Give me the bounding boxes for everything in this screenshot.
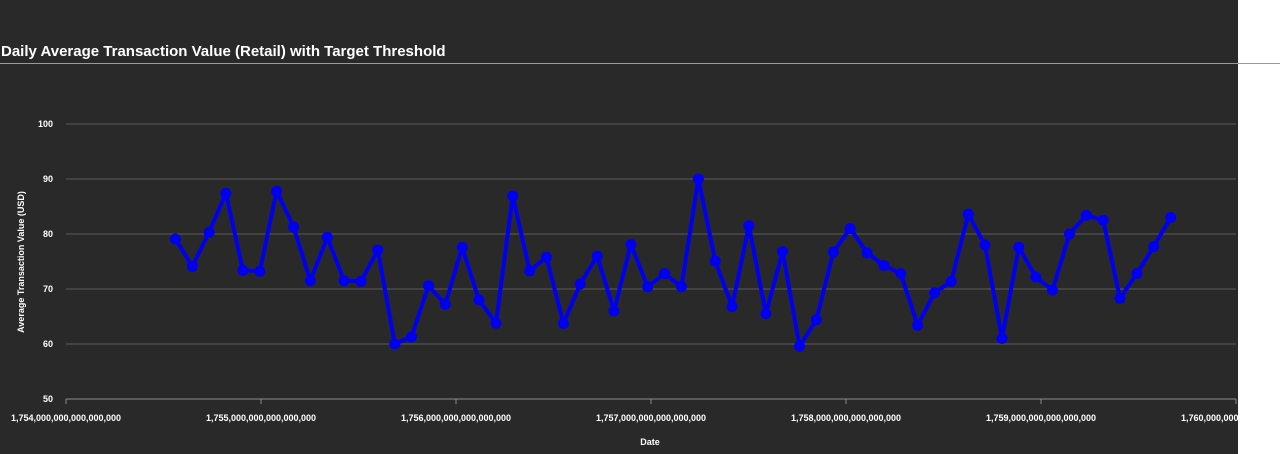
data-point — [389, 338, 401, 350]
data-point — [692, 173, 704, 185]
y-tick-label: 100 — [38, 119, 53, 129]
data-point — [709, 255, 721, 267]
data-point — [895, 268, 907, 280]
data-point — [1013, 241, 1025, 253]
y-tick-label: 90 — [43, 174, 53, 184]
data-point — [625, 238, 637, 250]
data-point — [1097, 214, 1109, 226]
x-tick-label: 1,756,000,000,000,000,000 — [401, 413, 511, 423]
y-tick-label: 80 — [43, 229, 53, 239]
data-point — [237, 264, 249, 276]
data-point — [591, 250, 603, 262]
data-point — [675, 281, 687, 293]
data-point — [203, 226, 215, 238]
data-point — [878, 259, 890, 271]
data-point — [726, 301, 738, 313]
data-point — [659, 268, 671, 280]
data-point — [912, 319, 924, 331]
data-point — [608, 305, 620, 317]
x-tick-label: 1,758,000,000,000,000,000 — [791, 413, 901, 423]
data-point — [794, 340, 806, 352]
data-point — [169, 233, 181, 245]
data-point — [271, 185, 283, 197]
x-axis-ticks: 1,754,000,000,000,000,000 1,755,000,000,0… — [11, 399, 1238, 423]
data-point — [1165, 212, 1177, 223]
data-point — [827, 246, 839, 258]
y-tick-label: 60 — [43, 339, 53, 349]
data-point — [844, 223, 856, 234]
data-point — [1114, 292, 1126, 304]
data-point — [1080, 209, 1092, 221]
data-point — [456, 241, 468, 253]
data-point — [220, 187, 232, 199]
x-tick-label: 1,759,000,000,000,000,000 — [986, 413, 1096, 423]
y-axis-ticks: 50 60 70 80 90 100 — [38, 119, 53, 404]
data-point — [642, 281, 654, 293]
data-point — [1131, 268, 1143, 280]
data-point — [254, 265, 266, 277]
data-point — [439, 298, 451, 310]
data-point — [861, 247, 873, 259]
data-point — [1047, 284, 1059, 296]
x-axis-label: Date — [640, 437, 660, 447]
data-point — [945, 275, 957, 287]
data-point — [760, 308, 772, 320]
data-point — [574, 278, 586, 290]
data-point — [540, 251, 552, 263]
data-point — [304, 275, 316, 287]
y-axis-label: Average Transaction Value (USD) — [16, 191, 26, 333]
x-tick-label: 1,755,000,000,000,000,000 — [206, 413, 316, 423]
data-point — [1030, 271, 1042, 283]
data-point — [1148, 241, 1160, 253]
data-point — [979, 239, 991, 251]
data-point — [810, 314, 822, 326]
y-tick-label: 50 — [43, 394, 53, 404]
data-point — [929, 287, 941, 299]
data-point — [406, 331, 418, 343]
data-point — [338, 275, 350, 287]
data-point — [524, 265, 536, 277]
data-point — [557, 318, 569, 330]
data-point — [507, 190, 519, 202]
series-line — [173, 177, 1173, 349]
data-point — [288, 221, 300, 233]
data-point — [321, 231, 333, 243]
data-point — [962, 208, 974, 220]
x-tick-label: 1,757,000,000,000,000,000 — [596, 413, 706, 423]
data-point — [996, 333, 1008, 344]
data-point — [473, 294, 485, 306]
data-point — [355, 275, 367, 287]
data-point — [777, 246, 789, 258]
data-point — [743, 220, 755, 232]
data-point — [372, 244, 384, 256]
x-tick-label: 1,760,000,000,000,000,000 — [1181, 413, 1238, 423]
data-point — [490, 317, 502, 329]
x-tick-label: 1,754,000,000,000,000,000 — [11, 413, 121, 423]
series-group — [169, 173, 1177, 352]
data-point — [423, 280, 435, 292]
y-tick-label: 70 — [43, 284, 53, 294]
line-chart: 5060708090100 1,754,000,000,000,000,000 1… — [11, 119, 1238, 447]
data-point — [1063, 228, 1075, 240]
data-point — [186, 260, 198, 272]
